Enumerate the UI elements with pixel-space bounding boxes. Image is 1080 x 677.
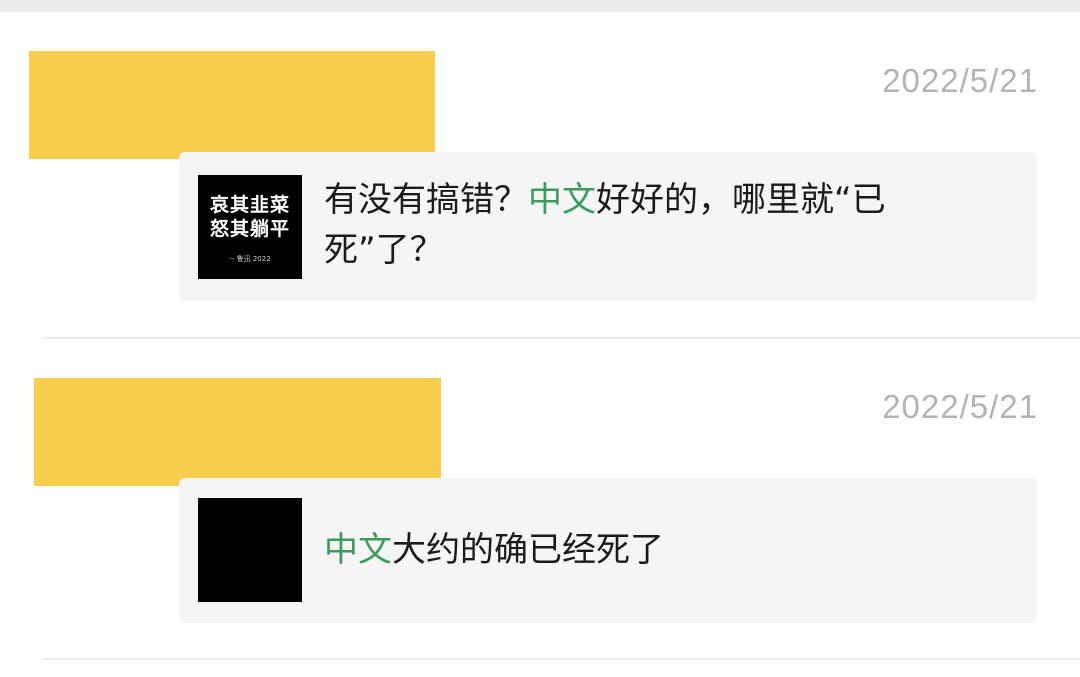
redacted-username — [34, 378, 441, 486]
comment-text: 有没有搞错？中文好好的，哪里就“已死”了？ — [324, 175, 997, 275]
redacted-username — [29, 51, 435, 159]
divider — [42, 337, 1080, 339]
comment-card[interactable]: 哀其韭菜 怒其躺平 -- 鲁迅 2022 有没有搞错？中文好好的，哪里就“已死”… — [179, 152, 1037, 301]
highlighted-link[interactable]: 中文 — [528, 180, 596, 220]
highlighted-link[interactable]: 中文 — [324, 530, 392, 570]
card-thumbnail[interactable] — [198, 498, 302, 602]
comment-text-part: 有没有搞错？ — [324, 180, 528, 220]
comment-card[interactable]: 中文大约的确已经死了 — [179, 478, 1037, 623]
thumbnail-line: 怒其躺平 — [209, 218, 290, 240]
card-thumbnail[interactable]: 哀其韭菜 怒其躺平 -- 鲁迅 2022 — [198, 175, 302, 279]
comment-text: 中文大约的确已经死了 — [324, 525, 997, 575]
thumbnail-caption: -- 鲁迅 2022 — [229, 255, 271, 263]
top-strip — [0, 0, 1080, 12]
comment-timestamp: 2022/5/21 — [882, 388, 1038, 425]
comment-timestamp: 2022/5/21 — [882, 62, 1038, 99]
thumbnail-line: 哀其韭菜 — [209, 194, 290, 216]
comment-text-part: 大约的确已经死了 — [392, 530, 664, 570]
divider — [42, 658, 1080, 660]
